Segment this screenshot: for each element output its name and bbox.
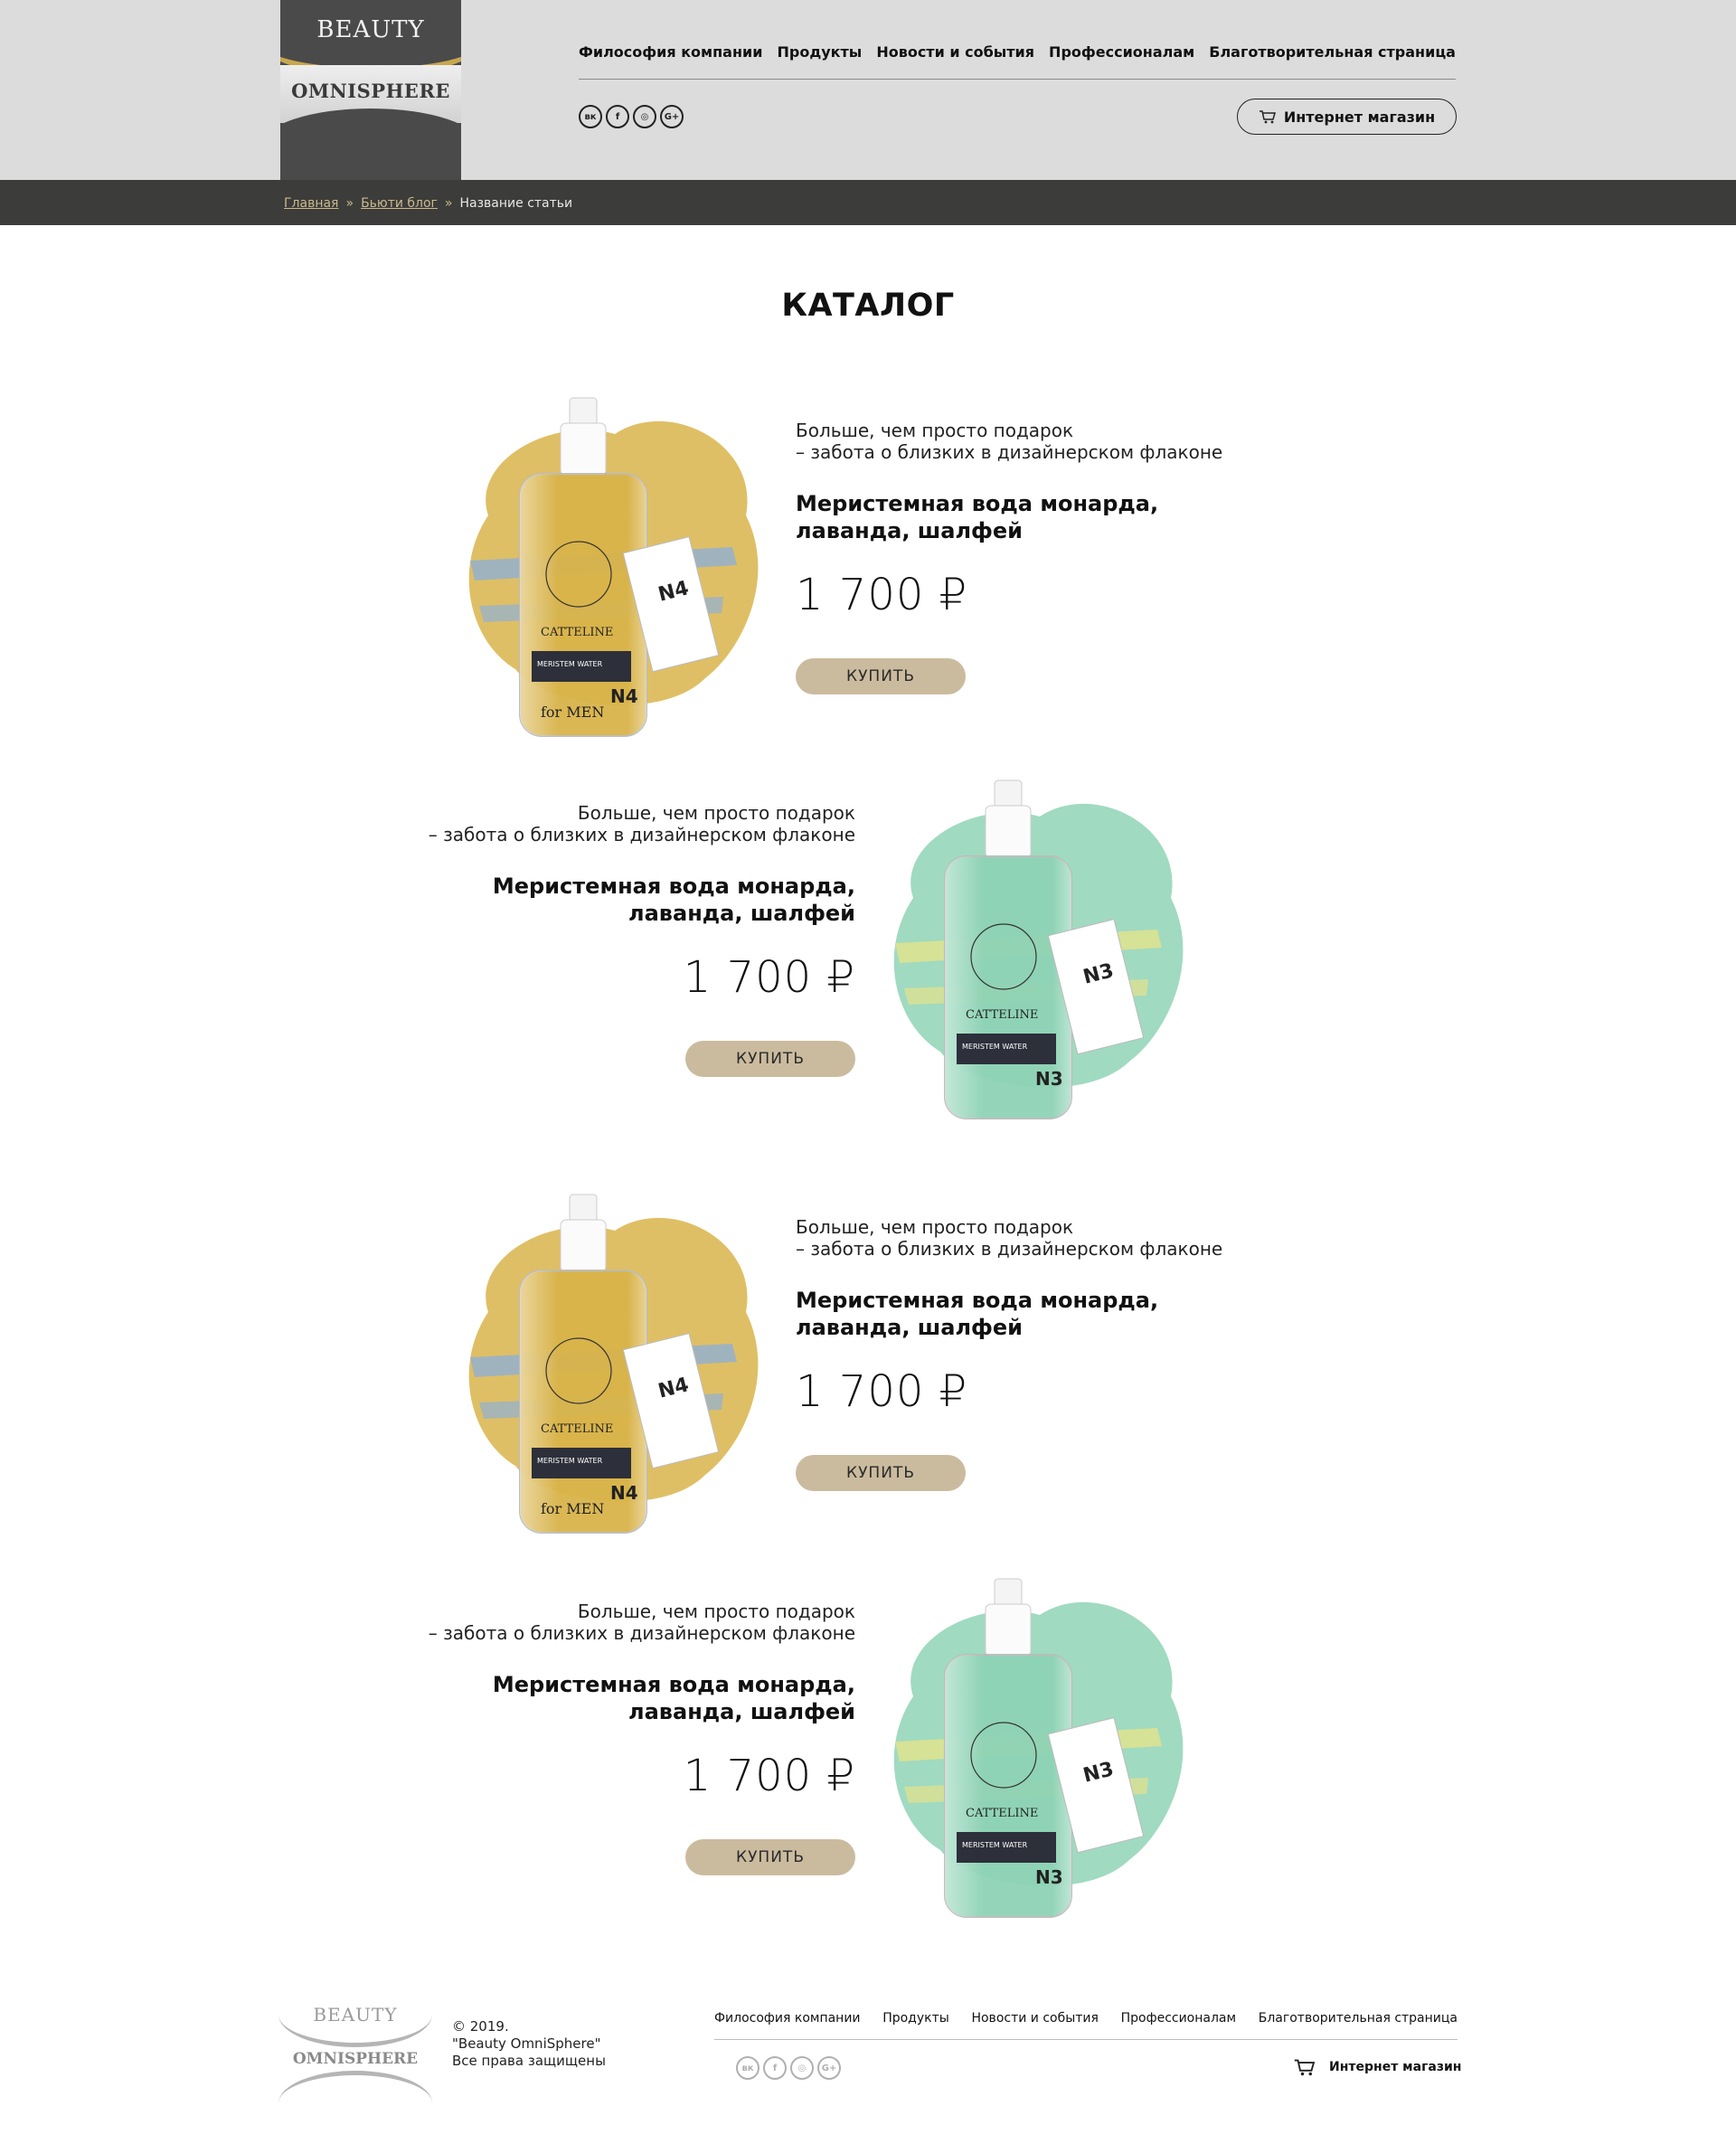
product-name[interactable]: Меристемная вода монарда, лаванда, шалфей xyxy=(796,490,1266,544)
bottle-for-men: for MEN xyxy=(541,704,605,721)
online-shop-label: Интернет магазин xyxy=(1283,108,1436,126)
bottle-water-label: MERISTEM WATER xyxy=(537,660,603,668)
page-title: КАТАЛОГ xyxy=(781,288,955,324)
breadcrumb: Главная » Бьюти блог » Название статьи xyxy=(284,196,572,211)
product-price: 1 700 ₽ xyxy=(796,570,968,620)
footer-logo[interactable]: BEAUTY OMNISPHERE xyxy=(278,1998,432,2098)
buy-button[interactable]: КУПИТЬ xyxy=(685,1041,855,1077)
product-info: Больше, чем просто подарок – забота о бли… xyxy=(796,1216,1266,1417)
product-image[interactable]: CATTELINE MERISTEM WATER N4 N4 for MEN xyxy=(434,1176,778,1556)
product-subtitle: Больше, чем просто подарок – забота о бли… xyxy=(796,1216,1223,1260)
product-subtitle: Больше, чем просто подарок – забота о бли… xyxy=(428,1601,855,1644)
bottle-brand: CATTELINE xyxy=(966,1008,1039,1022)
product-image[interactable]: CATTELINE MERISTEM WATER N3 N3 xyxy=(859,762,1203,1142)
bottle-water-label: MERISTEM WATER xyxy=(962,1841,1028,1849)
nav-item-products[interactable]: Продукты xyxy=(777,43,862,61)
google-plus-icon[interactable]: G+ xyxy=(817,2056,841,2080)
google-plus-icon[interactable]: G+ xyxy=(660,105,684,128)
footer-nav-charity[interactable]: Благотворительная страница xyxy=(1259,2011,1458,2026)
nav-item-news[interactable]: Новости и события xyxy=(876,43,1034,61)
product-price: 1 700 ₽ xyxy=(796,1366,968,1417)
buy-button[interactable]: КУПИТЬ xyxy=(796,658,966,694)
bottle-for-men: for MEN xyxy=(541,1500,605,1517)
bottle-number: N3 xyxy=(1035,1866,1063,1888)
footer-social-links: вк f ◎ G+ xyxy=(736,2056,841,2080)
nav-item-philosophy[interactable]: Философия компании xyxy=(579,43,762,61)
product-name[interactable]: Меристемная вода монарда, лаванда, шалфей xyxy=(385,873,855,927)
nav-divider xyxy=(579,79,1456,80)
cart-icon xyxy=(1259,110,1276,124)
facebook-icon[interactable]: f xyxy=(606,105,629,128)
product-image[interactable]: CATTELINE MERISTEM WATER N4 N4 for MEN xyxy=(434,380,778,760)
site-header: BEAUTY OMNISPHERE Философия компании Про… xyxy=(0,0,1736,180)
breadcrumb-separator: » xyxy=(444,196,453,211)
breadcrumb-blog[interactable]: Бьюти блог xyxy=(361,196,438,211)
bottle-number: N3 xyxy=(1035,1068,1063,1090)
facebook-icon[interactable]: f xyxy=(763,2056,787,2080)
bottle-number: N4 xyxy=(610,685,638,707)
product-price: 1 700 ₽ xyxy=(683,1751,855,1801)
bottle-brand: CATTELINE xyxy=(966,1807,1039,1820)
breadcrumb-current: Название статьи xyxy=(459,196,573,211)
product-info: Больше, чем просто подарок – забота о бли… xyxy=(385,802,855,1003)
product-name[interactable]: Меристемная вода монарда, лаванда, шалфей xyxy=(385,1671,855,1725)
footer-divider xyxy=(714,2039,1458,2040)
footer-online-shop-link[interactable]: Интернет магазин xyxy=(1293,2058,1461,2076)
product-info: Больше, чем просто подарок – забота о бли… xyxy=(385,1601,855,1801)
brand-logo[interactable]: BEAUTY OMNISPHERE xyxy=(280,0,461,180)
product-subtitle: Больше, чем просто подарок – забота о бли… xyxy=(796,420,1223,463)
cart-icon xyxy=(1294,2059,1316,2076)
product-image[interactable]: CATTELINE MERISTEM WATER N3 N3 xyxy=(859,1561,1203,1941)
bottle-water-label: MERISTEM WATER xyxy=(962,1043,1028,1051)
breadcrumb-home[interactable]: Главная xyxy=(284,196,338,211)
footer-logo-omnisphere: OMNISPHERE xyxy=(292,2050,419,2068)
product-info: Больше, чем просто подарок – забота о бли… xyxy=(796,420,1266,620)
instagram-icon[interactable]: ◎ xyxy=(790,2056,814,2080)
breadcrumb-separator: » xyxy=(345,196,354,211)
bottle-brand: CATTELINE xyxy=(541,626,614,639)
product-price: 1 700 ₽ xyxy=(683,952,855,1003)
main-nav: Философия компании Продукты Новости и со… xyxy=(579,43,1456,61)
bottle-brand: CATTELINE xyxy=(541,1422,614,1436)
instagram-icon[interactable]: ◎ xyxy=(633,105,656,128)
buy-button[interactable]: КУПИТЬ xyxy=(796,1455,966,1491)
footer-nav-products[interactable]: Продукты xyxy=(882,2011,949,2026)
logo-omnisphere-text: OMNISPHERE xyxy=(291,80,450,102)
logo-beauty-text: BEAUTY xyxy=(316,16,425,43)
vk-icon[interactable]: вк xyxy=(579,105,602,128)
bottle-number: N4 xyxy=(610,1482,638,1504)
footer-online-shop-label: Интернет магазин xyxy=(1329,2060,1462,2074)
bottle-water-label: MERISTEM WATER xyxy=(537,1457,603,1465)
breadcrumb-bar: Главная » Бьюти блог » Название статьи xyxy=(0,180,1736,225)
buy-button[interactable]: КУПИТЬ xyxy=(685,1839,855,1875)
footer-nav: Философия компании Продукты Новости и со… xyxy=(714,2011,1458,2026)
footer-nav-philosophy[interactable]: Философия компании xyxy=(714,2011,861,2026)
online-shop-button[interactable]: Интернет магазин xyxy=(1237,99,1457,135)
nav-item-charity[interactable]: Благотворительная страница xyxy=(1209,43,1456,61)
nav-item-professionals[interactable]: Профессионалам xyxy=(1049,43,1194,61)
footer-nav-professionals[interactable]: Профессионалам xyxy=(1121,2011,1236,2026)
product-name[interactable]: Меристемная вода монарда, лаванда, шалфей xyxy=(796,1287,1266,1341)
social-links: вк f ◎ G+ xyxy=(579,105,684,128)
vk-icon[interactable]: вк xyxy=(736,2056,760,2080)
footer-nav-news[interactable]: Новости и события xyxy=(971,2011,1099,2026)
product-subtitle: Больше, чем просто подарок – забота о бли… xyxy=(428,802,855,845)
copyright: © 2019. "Beauty OmniSphere" Все права за… xyxy=(452,2018,606,2069)
